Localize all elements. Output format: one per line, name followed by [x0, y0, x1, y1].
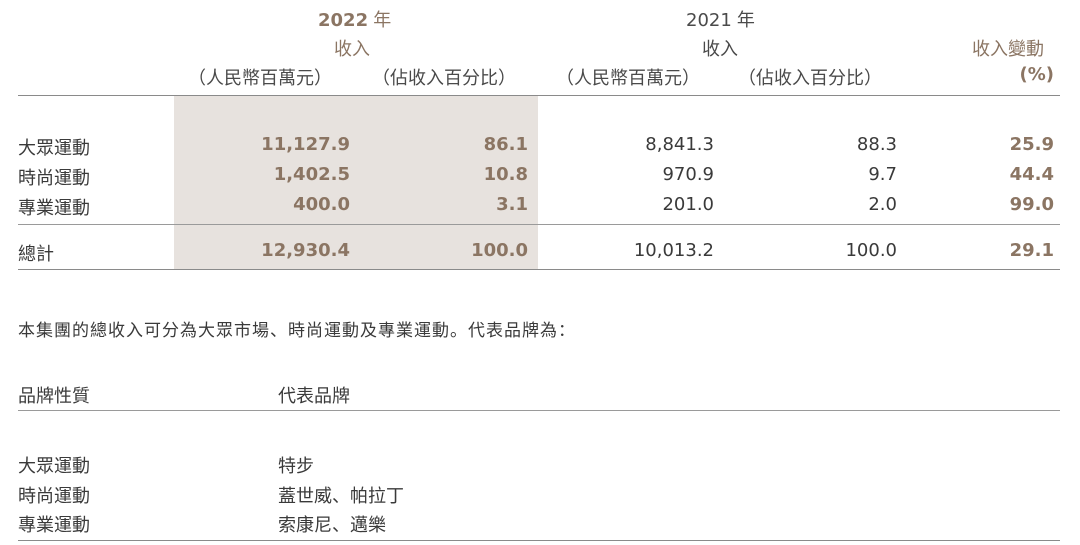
- table1-total-rule: [18, 224, 1060, 225]
- year-2022: 2022: [318, 10, 369, 31]
- year-2022-suffix: 年: [373, 10, 392, 31]
- pct-2022: 3.1: [496, 194, 528, 215]
- row-name: 大眾運動: [18, 138, 90, 159]
- table1-bottom-rule: [18, 269, 1060, 270]
- unit-rmb-2022: （人民幣百萬元）: [188, 68, 332, 89]
- pct-2021: 88.3: [856, 134, 897, 155]
- rev-2022: 400.0: [293, 194, 350, 215]
- unit-pct-change: (%): [1019, 64, 1055, 85]
- brand-type: 大眾運動: [18, 456, 90, 477]
- brand-names: 蓋世威、帕拉丁: [278, 486, 404, 507]
- unit-pct-2022: （佔收入百分比）: [372, 68, 516, 89]
- total-pct-2022: 100.0: [471, 240, 528, 261]
- year-2021-suffix: 年: [736, 10, 755, 31]
- table2-bottom-rule: [18, 540, 1060, 541]
- pct-2021: 9.7: [868, 164, 897, 185]
- brand-names: 索康尼、邁樂: [278, 515, 386, 536]
- total-rev-2021: 10,013.2: [633, 240, 714, 261]
- header-year-2021: 2021 年: [686, 6, 755, 32]
- table1-header-rule: [18, 95, 1060, 96]
- change: 44.4: [1009, 164, 1054, 185]
- year-2021: 2021: [686, 10, 732, 31]
- table2-header-rule: [18, 410, 1060, 411]
- total-name: 總計: [18, 244, 54, 265]
- rev-2021: 970.9: [662, 164, 714, 185]
- header-year-2022: 2022 年: [318, 6, 391, 32]
- total-pct-2021: 100.0: [845, 240, 897, 261]
- total-change: 29.1: [1009, 240, 1054, 261]
- revenue-label-2021: 收入: [702, 39, 738, 60]
- unit-rmb-2021: （人民幣百萬元）: [556, 68, 700, 89]
- change: 99.0: [1009, 194, 1054, 215]
- total-rev-2022: 12,930.4: [261, 240, 350, 261]
- rev-2022: 1,402.5: [273, 164, 350, 185]
- change: 25.9: [1009, 134, 1054, 155]
- brand-type: 專業運動: [18, 515, 90, 536]
- rev-2021: 8,841.3: [645, 134, 714, 155]
- row-name: 時尚運動: [18, 168, 90, 189]
- pct-2022: 86.1: [483, 134, 528, 155]
- change-label: 收入變動: [972, 39, 1044, 60]
- rev-2021: 201.0: [662, 194, 714, 215]
- pct-2021: 2.0: [868, 194, 897, 215]
- revenue-label-2022: 收入: [334, 39, 370, 60]
- table2-col-type: 品牌性質: [18, 386, 90, 407]
- unit-pct-2021: （佔收入百分比）: [738, 68, 882, 89]
- row-name: 專業運動: [18, 198, 90, 219]
- table2-col-brands: 代表品牌: [278, 386, 350, 407]
- pct-2022: 10.8: [483, 164, 528, 185]
- description-sentence: 本集團的總收入可分為大眾市場、時尚運動及專業運動。代表品牌為：: [18, 321, 576, 341]
- rev-2022: 11,127.9: [261, 134, 350, 155]
- brand-type: 時尚運動: [18, 486, 90, 507]
- brand-names: 特步: [278, 456, 314, 477]
